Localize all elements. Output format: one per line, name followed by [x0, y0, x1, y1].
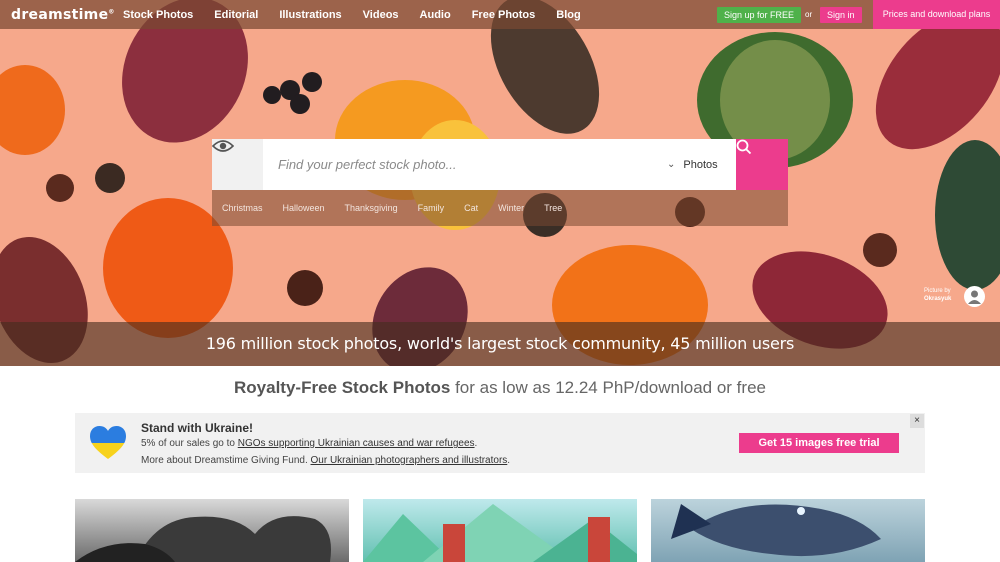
- avatar[interactable]: [964, 286, 985, 307]
- tag-link[interactable]: Cat: [464, 203, 478, 213]
- tag-link[interactable]: Christmas: [222, 203, 263, 213]
- heart-icon: [90, 426, 126, 459]
- picture-credit[interactable]: Picture by Okrasyuk: [924, 287, 951, 303]
- search-type-select[interactable]: ⌄ Photos: [667, 139, 718, 190]
- hero: ⌄ Photos Christmas Halloween Thanksgivin…: [0, 0, 1000, 366]
- popular-tags: Christmas Halloween Thanksgiving Family …: [212, 190, 788, 226]
- tag-link[interactable]: Tree: [544, 203, 562, 213]
- main-nav: Stock Photos Editorial Illustrations Vid…: [113, 9, 602, 21]
- visual-search-button[interactable]: [212, 139, 263, 190]
- ukrainian-photographers-link[interactable]: Our Ukrainian photographers and illustra…: [311, 455, 508, 466]
- nav-free-photos[interactable]: Free Photos: [472, 9, 536, 21]
- logo[interactable]: dreamstime®: [11, 6, 114, 23]
- featured-thumbnail[interactable]: [363, 499, 637, 562]
- subtitle-rest: for as low as 12.24 PhP/download or free: [450, 378, 766, 397]
- nav-videos[interactable]: Videos: [363, 9, 399, 21]
- prices-button[interactable]: Prices and download plans: [873, 0, 1000, 29]
- tag-link[interactable]: Winter: [498, 203, 524, 213]
- featured-thumbnail[interactable]: [75, 499, 349, 562]
- eye-icon: [212, 140, 234, 152]
- free-trial-button[interactable]: Get 15 images free trial: [739, 433, 899, 453]
- signin-button[interactable]: Sign in: [820, 7, 862, 23]
- credit-prefix: Picture by: [924, 288, 951, 294]
- user-icon: [968, 290, 981, 304]
- ukraine-line-2: More about Dreamstime Giving Fund. Our U…: [141, 455, 510, 466]
- logo-text: dreamstime: [11, 6, 109, 23]
- tag-link[interactable]: Family: [418, 203, 445, 213]
- tag-link[interactable]: Thanksgiving: [345, 203, 398, 213]
- line1-prefix: 5% of our sales go to: [141, 438, 238, 449]
- ngo-link[interactable]: NGOs supporting Ukrainian causes and war…: [238, 438, 475, 449]
- line1-suffix: .: [474, 438, 478, 449]
- or-label: or: [805, 10, 813, 19]
- search-bar: ⌄ Photos: [212, 139, 788, 190]
- nav-editorial[interactable]: Editorial: [214, 9, 258, 21]
- mountains-image: [363, 504, 637, 562]
- nav-blog[interactable]: Blog: [556, 9, 580, 21]
- nav-illustrations[interactable]: Illustrations: [279, 9, 341, 21]
- credit-author: Okrasyuk: [924, 296, 952, 302]
- page-subtitle: Royalty-Free Stock Photos for as low as …: [0, 378, 1000, 398]
- search-button[interactable]: [736, 139, 788, 190]
- hero-banner: 196 million stock photos, world's larges…: [0, 322, 1000, 366]
- close-icon[interactable]: ×: [910, 414, 924, 428]
- nav-stock-photos[interactable]: Stock Photos: [123, 9, 193, 21]
- ukraine-banner: Stand with Ukraine! 5% of our sales go t…: [75, 413, 925, 473]
- chevron-down-icon: ⌄: [667, 159, 676, 170]
- subtitle-bold: Royalty-Free Stock Photos: [234, 378, 451, 397]
- signup-button[interactable]: Sign up for FREE: [717, 7, 802, 23]
- featured-thumbnail[interactable]: [651, 499, 925, 562]
- search-type-value: Photos: [683, 158, 718, 171]
- search-icon: [736, 139, 752, 155]
- top-nav: dreamstime® Stock Photos Editorial Illus…: [0, 0, 1000, 29]
- fish-image: [671, 504, 881, 557]
- tag-link[interactable]: Halloween: [283, 203, 325, 213]
- horses-image: [75, 516, 331, 562]
- line2-prefix: More about Dreamstime Giving Fund.: [141, 455, 311, 466]
- ukraine-line-1: 5% of our sales go to NGOs supporting Uk…: [141, 438, 477, 449]
- line2-suffix: .: [507, 455, 511, 466]
- search-input[interactable]: [278, 157, 648, 172]
- nav-audio[interactable]: Audio: [420, 9, 451, 21]
- ukraine-title: Stand with Ukraine!: [141, 421, 254, 435]
